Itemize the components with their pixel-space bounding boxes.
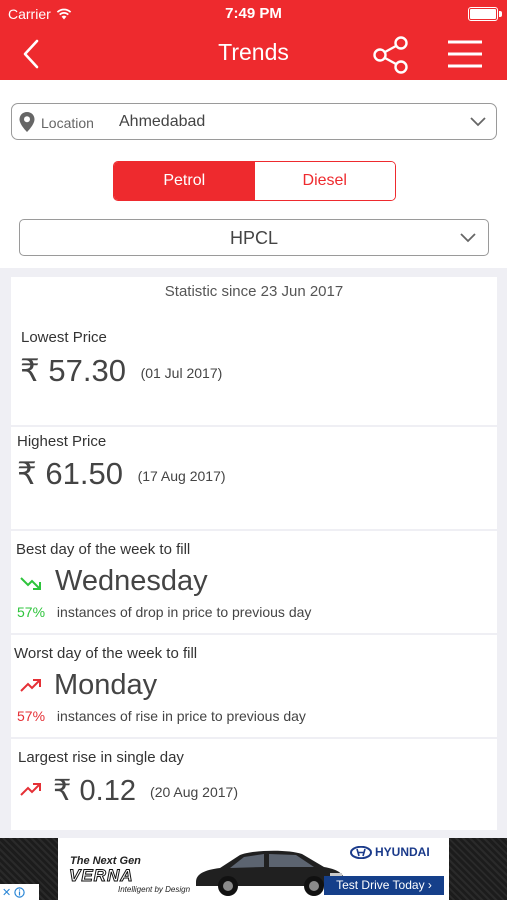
largest-rise-date: (20 Aug 2017) (150, 784, 238, 801)
highest-price-amount: 61.50 (45, 456, 123, 491)
largest-rise-amount: 0.12 (79, 775, 136, 807)
trend-up-icon (20, 783, 41, 796)
best-day-stat: 57% instances of drop in price to previo… (17, 604, 311, 620)
rupee-icon: ₹ (17, 456, 37, 491)
fuel-type-toggle: Petrol Diesel (113, 161, 396, 201)
largest-rise-label: Largest rise in single day (18, 749, 184, 766)
best-day-desc: instances of drop in price to previous d… (56, 604, 312, 620)
best-day-value: Wednesday (55, 565, 208, 597)
highest-price-label: Highest Price (17, 433, 107, 450)
worst-day-desc: instances of rise in price to previous d… (56, 708, 306, 724)
highest-price-value: ₹ 61.50 (17 Aug 2017) (17, 456, 226, 492)
page-title: Trends (218, 39, 289, 65)
ad-brand-name: HYUNDAI (375, 845, 430, 859)
best-day-card: Best day of the week to fill Wednesday 5… (11, 531, 497, 633)
ad-creative[interactable]: The Next Gen VERNA Intelligent by Design… (58, 838, 449, 900)
menu-icon[interactable] (444, 36, 486, 72)
worst-day-stat: 57% instances of rise in price to previo… (17, 708, 306, 724)
largest-rise-value: ₹ 0.12 (20 Aug 2017) (53, 773, 238, 808)
hyundai-logo-icon (350, 845, 372, 859)
nav-bar: Trends (0, 28, 507, 80)
lowest-price-label: Lowest Price (21, 329, 107, 346)
best-day-pct: 57% (17, 604, 46, 620)
rupee-icon: ₹ (53, 775, 72, 807)
worst-day-label: Worst day of the week to fill (14, 645, 198, 662)
ad-brand: HYUNDAI (350, 845, 430, 859)
location-pin-icon (19, 112, 35, 132)
close-icon[interactable]: ✕ (2, 886, 11, 899)
worst-day-pct: 57% (17, 708, 46, 724)
petrol-option[interactable]: Petrol (114, 162, 255, 200)
best-day-label: Best day of the week to fill (16, 541, 191, 558)
lowest-price-card: Statistic since 23 Jun 2017 Lowest Price… (11, 277, 497, 425)
location-label: Location (41, 115, 94, 131)
worst-day-value: Monday (54, 669, 158, 701)
lowest-price-amount: 57.30 (48, 353, 126, 388)
info-icon[interactable] (14, 886, 25, 898)
clock: 7:49 PM (225, 5, 282, 22)
status-bar: Carrier 7:49 PM (0, 0, 507, 28)
chevron-down-icon (460, 233, 476, 243)
worst-day-card: Worst day of the week to fill Monday 57%… (11, 635, 497, 737)
rupee-icon: ₹ (20, 353, 40, 388)
ad-model: VERNA (69, 866, 134, 886)
diesel-option[interactable]: Diesel (254, 162, 395, 200)
ad-choices-badge[interactable]: ✕ (0, 884, 39, 900)
ad-cta-button[interactable]: Test Drive Today › (324, 876, 444, 895)
company-select[interactable]: HPCL (19, 219, 489, 256)
company-value: HPCL (229, 228, 278, 248)
chevron-down-icon (470, 117, 486, 127)
ad-banner[interactable]: The Next Gen VERNA Intelligent by Design… (0, 838, 507, 900)
share-icon[interactable] (370, 34, 412, 74)
battery-icon (468, 7, 502, 21)
trend-down-icon (20, 577, 41, 590)
ad-subline: Intelligent by Design (118, 885, 191, 894)
location-select[interactable]: Location Ahmedabad (11, 103, 497, 140)
lowest-price-date: (01 Jul 2017) (140, 364, 223, 381)
stats-since: Statistic since 23 Jun 2017 (164, 283, 344, 300)
trend-up-icon (20, 679, 41, 692)
highest-price-card: Highest Price ₹ 61.50 (17 Aug 2017) (11, 427, 497, 529)
lowest-price-value: ₹ 57.30 (01 Jul 2017) (20, 353, 222, 389)
highest-price-date: (17 Aug 2017) (137, 467, 226, 484)
largest-rise-card: Largest rise in single day ₹ 0.12 (20 Au… (11, 739, 497, 830)
location-value: Ahmedabad (119, 113, 206, 130)
